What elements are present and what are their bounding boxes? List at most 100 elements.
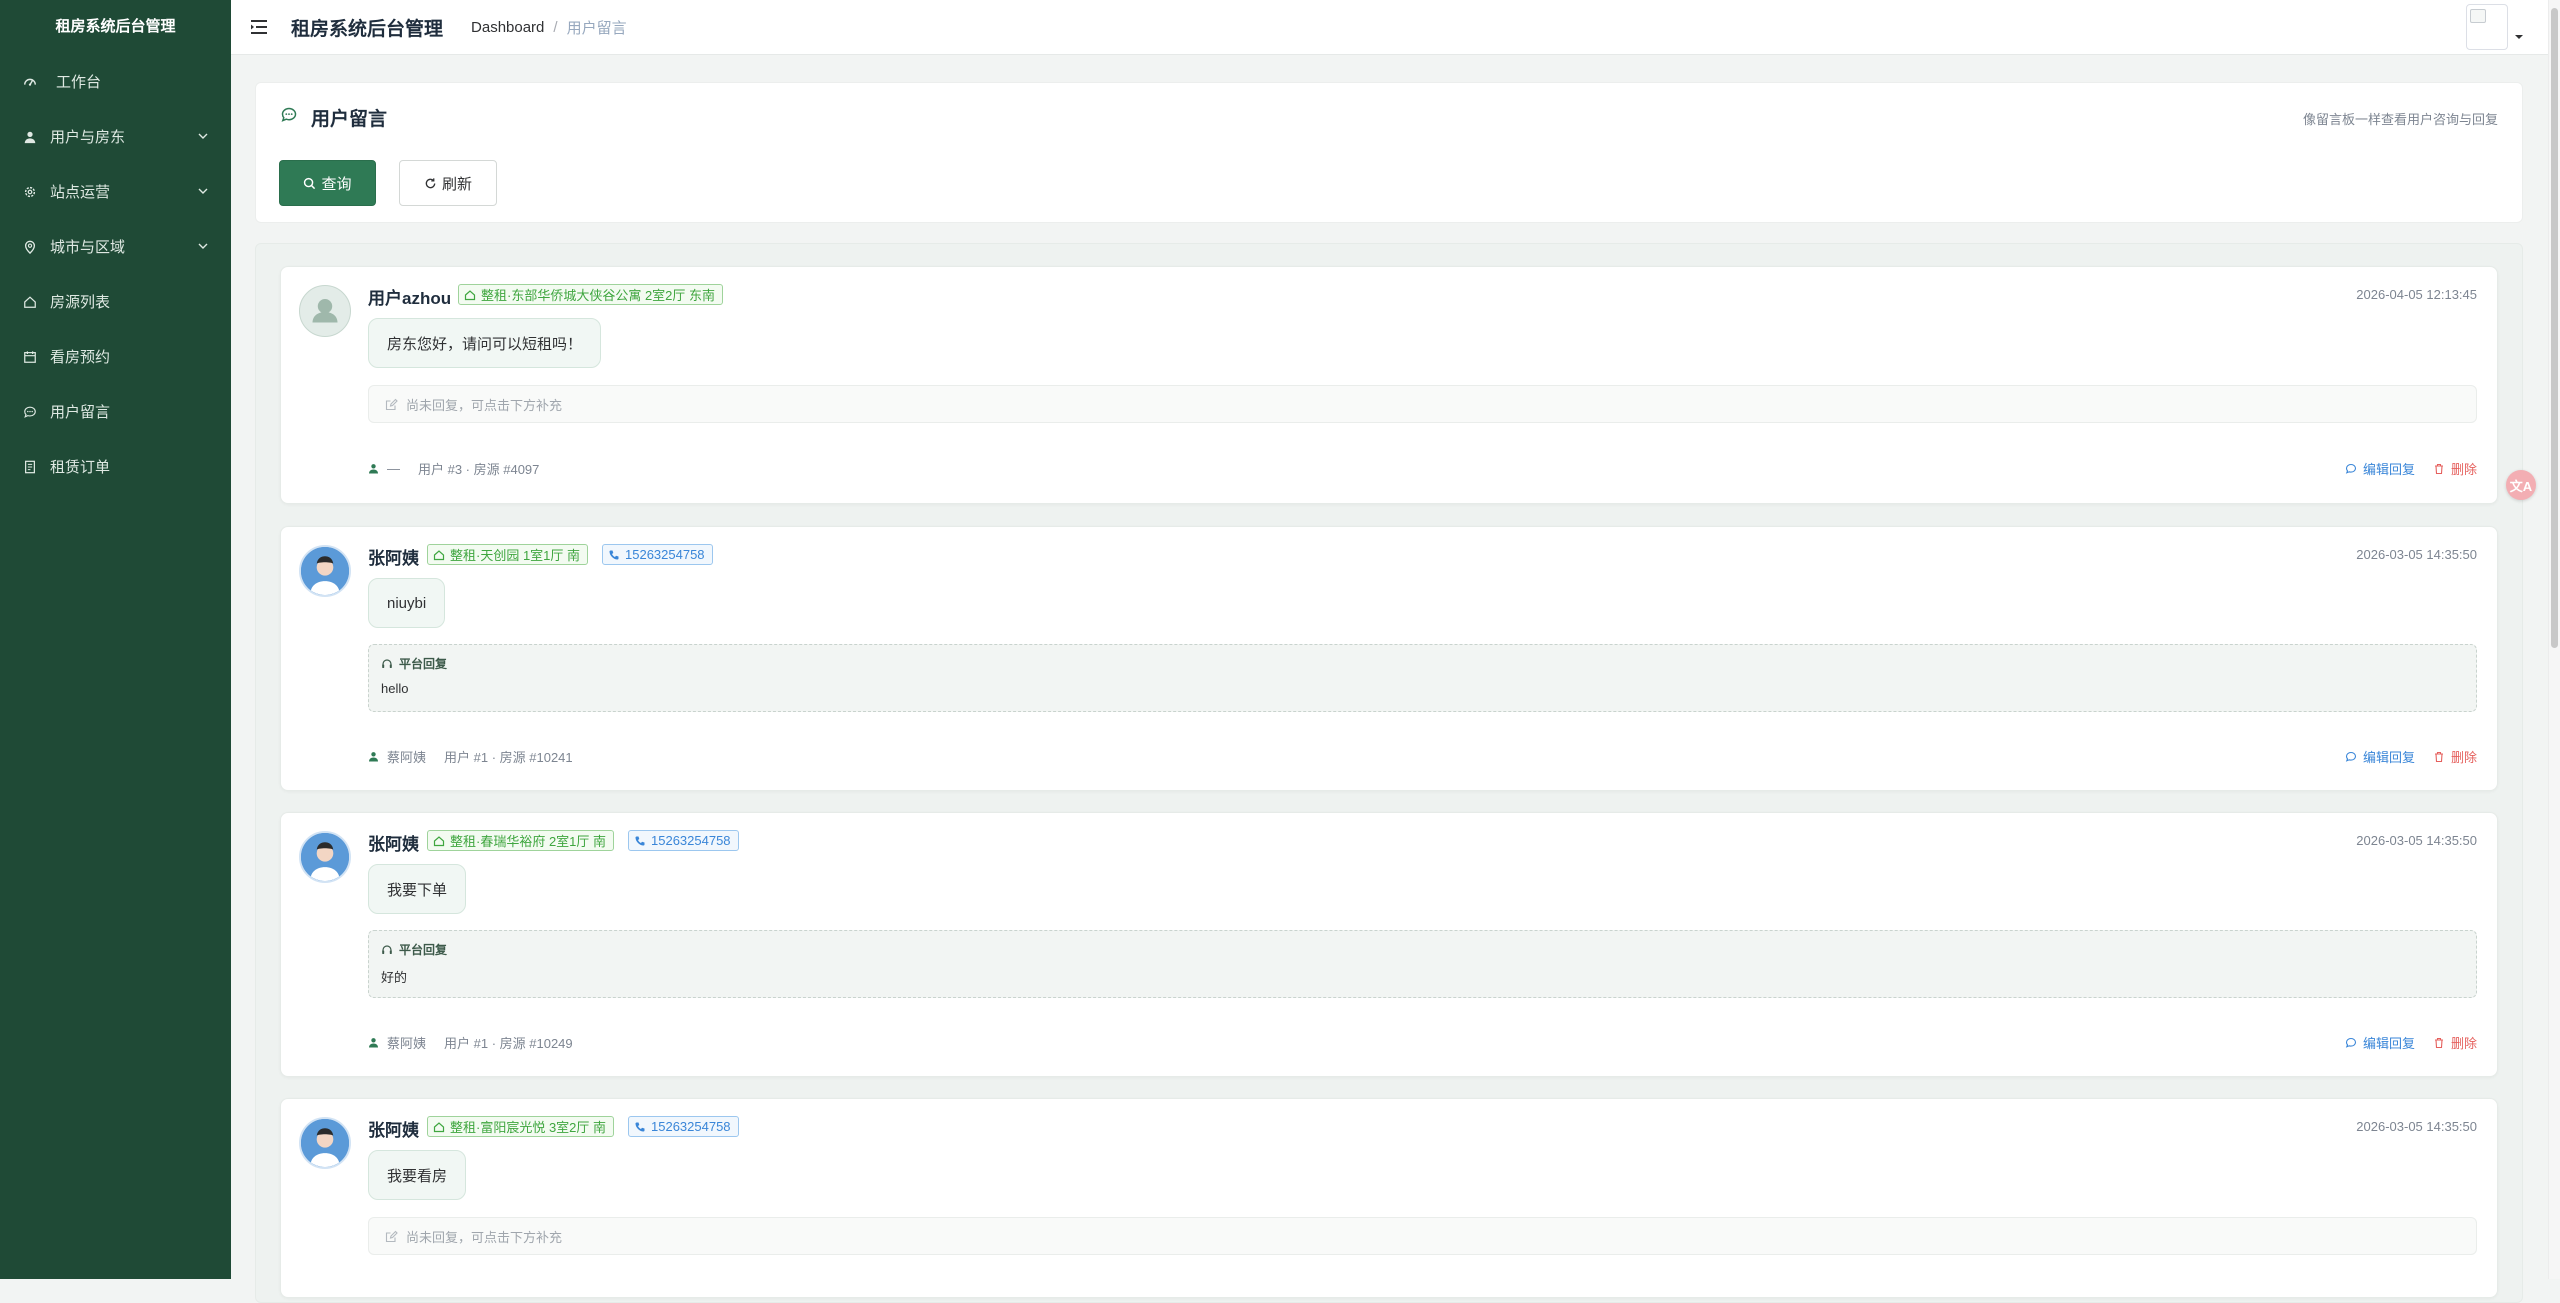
refresh-button-label: 刷新 bbox=[441, 175, 472, 193]
message-card: 张阿姨 整租·天创园 1室1厅 南 15263254758 2026-03-05… bbox=[280, 526, 2498, 791]
message-card: 张阿姨 整租·富阳宸光悦 3室2厅 南 15263254758 2026-03-… bbox=[280, 1098, 2498, 1298]
reply-header: 平台回复 bbox=[381, 941, 447, 958]
no-reply-placeholder[interactable]: 尚未回复，可点击下方补充 bbox=[368, 385, 2477, 423]
translate-icon: 文A bbox=[2509, 478, 2533, 494]
user-photo-avatar bbox=[299, 545, 351, 597]
phone-tag[interactable]: 15263254758 bbox=[628, 1116, 739, 1137]
delete-button[interactable]: 删除 bbox=[2433, 459, 2477, 478]
message-ids: 用户 #1 · 房源 #10241 bbox=[444, 750, 573, 765]
platform-reply: 平台回复 hello bbox=[368, 644, 2477, 712]
delete-label: 删除 bbox=[2450, 462, 2477, 477]
phone-number: 15263254758 bbox=[651, 833, 731, 848]
user-icon bbox=[369, 464, 378, 474]
sidebar-item-dashboard[interactable]: 工作台 bbox=[0, 54, 231, 109]
card-actions: 编辑回复 删除 bbox=[2345, 1033, 2477, 1052]
breadcrumb-separator: / bbox=[553, 18, 558, 36]
user-avatar[interactable] bbox=[2466, 4, 2508, 50]
house-tag-label: 整租·天创园 1室1厅 南 bbox=[450, 548, 581, 563]
edit-reply-button[interactable]: 编辑回复 bbox=[2345, 747, 2415, 766]
no-reply-placeholder[interactable]: 尚未回复，可点击下方补充 bbox=[368, 1217, 2477, 1255]
edit-reply-button[interactable]: 编辑回复 bbox=[2345, 1033, 2415, 1052]
sidebar-item-messages[interactable]: 用户留言 bbox=[0, 384, 231, 439]
house-icon bbox=[22, 294, 38, 310]
message-ids: 用户 #1 · 房源 #10249 bbox=[444, 1036, 573, 1051]
phone-icon bbox=[609, 550, 619, 559]
query-button[interactable]: 查询 bbox=[279, 160, 376, 206]
chat-icon bbox=[2345, 463, 2357, 474]
chevron-down-icon bbox=[198, 188, 208, 194]
house-tag[interactable]: 整租·春瑞华裕府 2室1厅 南 bbox=[427, 830, 615, 851]
sidebar-item-label: 用户留言 bbox=[50, 404, 111, 421]
house-icon bbox=[433, 835, 445, 846]
message-card: 用户azhou 整租·东部华侨城大侠谷公寓 2室2厅 东南 2026-04-05… bbox=[280, 266, 2498, 504]
breadcrumb: Dashboard / 用户留言 bbox=[471, 17, 627, 38]
reply-header-label: 平台回复 bbox=[399, 943, 448, 957]
menu-toggle-icon[interactable] bbox=[249, 16, 271, 38]
trash-icon bbox=[2434, 1037, 2443, 1048]
default-avatar-icon bbox=[299, 285, 351, 337]
house-tag[interactable]: 整租·天创园 1室1厅 南 bbox=[427, 544, 589, 565]
user-photo-avatar bbox=[299, 831, 351, 883]
scrollbar-thumb[interactable] bbox=[2551, 8, 2558, 648]
chat-icon bbox=[2345, 1037, 2357, 1048]
search-icon bbox=[304, 177, 316, 189]
reply-text: hello bbox=[381, 681, 409, 696]
house-tag-label: 整租·春瑞华裕府 2室1厅 南 bbox=[450, 834, 607, 849]
phone-tag[interactable]: 15263254758 bbox=[602, 544, 713, 565]
edit-icon bbox=[385, 1230, 398, 1242]
refresh-button[interactable]: 刷新 bbox=[399, 160, 497, 206]
no-reply-text: 尚未回复，可点击下方补充 bbox=[406, 397, 563, 413]
user-icon bbox=[369, 752, 378, 762]
sidebar-item-site-ops[interactable]: 站点运营 bbox=[0, 164, 231, 219]
message-card: 张阿姨 整租·春瑞华裕府 2室1厅 南 15263254758 2026-03-… bbox=[280, 812, 2498, 1077]
sidebar-logo: 租房系统后台管理 bbox=[55, 18, 176, 35]
landlord-name: 蔡阿姨 bbox=[387, 1036, 427, 1051]
trash-icon bbox=[2434, 751, 2443, 762]
phone-tag[interactable]: 15263254758 bbox=[628, 830, 739, 851]
sidebar-item-users[interactable]: 用户与房东 bbox=[0, 109, 231, 164]
sidebar-item-house-list[interactable]: 房源列表 bbox=[0, 274, 231, 329]
house-tag[interactable]: 整租·东部华侨城大侠谷公寓 2室2厅 东南 bbox=[458, 284, 724, 305]
sidebar-item-viewing[interactable]: 看房预约 bbox=[0, 329, 231, 384]
delete-label: 删除 bbox=[2450, 1036, 2477, 1051]
caret-down-icon[interactable] bbox=[2514, 32, 2524, 42]
sidebar-item-city-region[interactable]: 城市与区域 bbox=[0, 219, 231, 274]
message-time: 2026-03-05 14:35:50 bbox=[2356, 1119, 2477, 1134]
top-header: 租房系统后台管理 Dashboard / 用户留言 bbox=[231, 0, 2548, 55]
breadcrumb-current: 用户留言 bbox=[566, 19, 627, 37]
user-icon bbox=[369, 1038, 378, 1048]
house-tag-label: 整租·富阳宸光悦 3室2厅 南 bbox=[450, 1120, 607, 1135]
gear-icon bbox=[22, 184, 38, 200]
edit-icon bbox=[385, 398, 398, 410]
breadcrumb-dashboard[interactable]: Dashboard bbox=[471, 19, 544, 36]
message-author: 用户azhou bbox=[368, 289, 452, 308]
card-actions: 编辑回复 删除 bbox=[2345, 747, 2477, 766]
message-content: 我要看房 bbox=[368, 1150, 467, 1200]
landlord-name: — bbox=[387, 461, 400, 476]
platform-reply: 平台回复 好的 bbox=[368, 930, 2477, 998]
edit-reply-label: 编辑回复 bbox=[2362, 1036, 2415, 1051]
reply-header: 平台回复 bbox=[381, 655, 447, 672]
chevron-down-icon bbox=[198, 243, 208, 249]
house-tag[interactable]: 整租·富阳宸光悦 3室2厅 南 bbox=[427, 1116, 615, 1137]
dashboard-icon bbox=[22, 74, 38, 90]
message-author: 张阿姨 bbox=[368, 1121, 419, 1140]
chat-icon bbox=[22, 404, 38, 420]
delete-button[interactable]: 删除 bbox=[2433, 747, 2477, 766]
delete-button[interactable]: 删除 bbox=[2433, 1033, 2477, 1052]
page-title: 用户留言 bbox=[311, 109, 388, 130]
headset-icon bbox=[382, 944, 392, 954]
sidebar-item-label: 站点运营 bbox=[50, 184, 111, 201]
message-meta: 蔡阿姨 用户 #1 · 房源 #10241 bbox=[368, 747, 573, 766]
landlord-name: 蔡阿姨 bbox=[387, 750, 427, 765]
page-scrollbar[interactable] bbox=[2548, 0, 2560, 1279]
message-time: 2026-03-05 14:35:50 bbox=[2356, 833, 2477, 848]
translate-float-button[interactable]: 文A bbox=[2506, 470, 2536, 500]
message-meta: 蔡阿姨 用户 #1 · 房源 #10249 bbox=[368, 1033, 573, 1052]
edit-reply-button[interactable]: 编辑回复 bbox=[2345, 459, 2415, 478]
message-author: 张阿姨 bbox=[368, 549, 419, 568]
phone-number: 15263254758 bbox=[651, 1119, 731, 1134]
sidebar-item-label: 租赁订单 bbox=[50, 459, 111, 476]
message-content: niuybi bbox=[368, 578, 446, 628]
sidebar-item-orders[interactable]: 租赁订单 bbox=[0, 439, 231, 494]
